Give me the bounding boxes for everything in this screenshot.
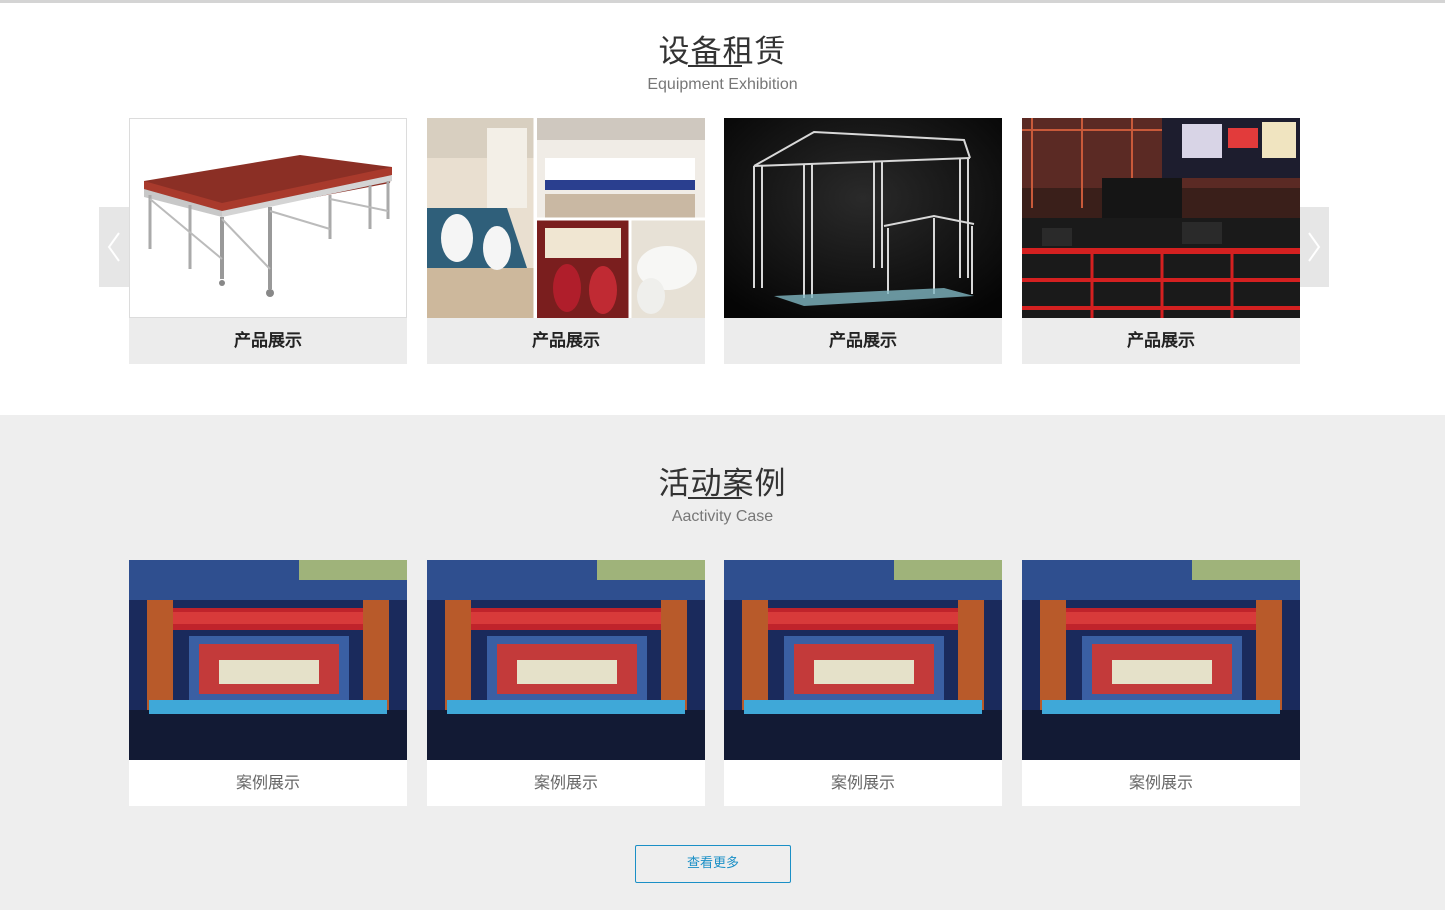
chevron-right-icon (1308, 232, 1321, 262)
banquet-collage-image[interactable] (427, 118, 705, 318)
stage-event-image[interactable] (427, 560, 705, 760)
equipment-card[interactable]: 产品展示 (724, 118, 1002, 364)
equipment-title-underline (688, 65, 742, 67)
equipment-card[interactable]: 产品展示 (129, 118, 407, 364)
carousel-prev-button[interactable] (99, 207, 129, 287)
carousel-next-button[interactable] (1299, 207, 1329, 287)
case-card-caption[interactable]: 案例展示 (1022, 760, 1300, 806)
stage-event-image[interactable] (129, 560, 407, 760)
stage-event-image[interactable] (724, 560, 1002, 760)
chevron-left-icon (107, 232, 120, 262)
case-card-caption[interactable]: 案例展示 (427, 760, 705, 806)
cases-subtitle: Aactivity Case (671, 508, 774, 525)
road-cases-image[interactable] (1022, 118, 1300, 318)
cases-title-underline (688, 497, 742, 499)
case-card[interactable]: 案例展示 (1022, 560, 1300, 806)
equipment-card-caption[interactable]: 产品展示 (427, 318, 705, 364)
equipment-card[interactable]: 产品展示 (1022, 118, 1300, 364)
case-card[interactable]: 案例展示 (724, 560, 1002, 806)
stage-event-image[interactable] (1022, 560, 1300, 760)
truss-frame-image[interactable] (724, 118, 1002, 318)
case-card-caption[interactable]: 案例展示 (129, 760, 407, 806)
case-card-caption[interactable]: 案例展示 (724, 760, 1002, 806)
equipment-card-caption[interactable]: 产品展示 (724, 318, 1002, 364)
stage-platform-image[interactable] (129, 118, 407, 318)
case-card[interactable]: 案例展示 (427, 560, 705, 806)
equipment-card[interactable]: 产品展示 (427, 118, 705, 364)
equipment-card-caption[interactable]: 产品展示 (129, 318, 407, 364)
case-card[interactable]: 案例展示 (129, 560, 407, 806)
equipment-card-caption[interactable]: 产品展示 (1022, 318, 1300, 364)
equipment-subtitle: Equipment Exhibition (647, 76, 798, 93)
view-more-button[interactable]: 查看更多 (635, 845, 791, 883)
